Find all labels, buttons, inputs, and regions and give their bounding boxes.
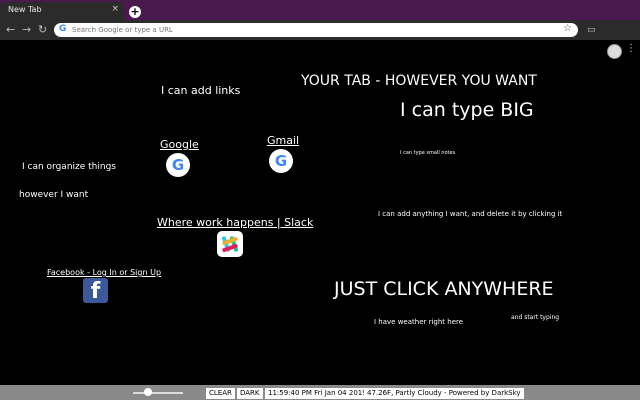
reload-icon[interactable]: ↻	[38, 23, 47, 36]
however-note[interactable]: however I want	[19, 190, 88, 200]
omnibox[interactable]: G ☆	[54, 23, 578, 37]
close-icon[interactable]: ×	[111, 4, 119, 14]
google-icon[interactable]: G	[166, 153, 190, 177]
brightness-slider-knob[interactable]	[144, 388, 152, 396]
tab-new-tab[interactable]: New Tab ×	[0, 2, 124, 20]
google-icon: G	[59, 24, 67, 34]
organize-note[interactable]: I can organize things	[22, 162, 116, 172]
profile-avatar-icon[interactable]	[607, 44, 622, 59]
tab-title: New Tab	[8, 5, 42, 14]
facebook-link[interactable]: Facebook - Log In or Sign Up	[47, 268, 161, 277]
weather-display: 47.26F, Partly Cloudy - Powered by DarkS…	[364, 388, 524, 399]
gmail-link[interactable]: Gmail	[267, 134, 299, 147]
menu-icon[interactable]: ⋮	[626, 43, 636, 54]
datetime-display: 11:59:40 PM Fri Jan 04 2019	[265, 388, 370, 399]
links-note[interactable]: I can add links	[161, 84, 240, 97]
slack-icon[interactable]	[217, 231, 243, 257]
new-tab-button[interactable]: +	[129, 6, 141, 18]
add-anything-note[interactable]: I can add anything I want, and delete it…	[378, 210, 562, 218]
weather-note[interactable]: I have weather right here	[374, 318, 463, 326]
small-note[interactable]: I can type small notes	[400, 150, 455, 156]
headline[interactable]: YOUR TAB - HOWEVER YOU WANT	[301, 73, 537, 89]
clear-button[interactable]: CLEAR	[206, 388, 235, 399]
omnibox-input[interactable]	[72, 24, 552, 36]
slack-link[interactable]: Where work happens | Slack	[157, 216, 313, 229]
dark-button[interactable]: DARK	[237, 388, 263, 399]
cast-icon[interactable]: ▭	[587, 25, 596, 35]
big-text-note[interactable]: I can type BIG	[400, 99, 534, 121]
tab-strip: New Tab × +	[0, 0, 640, 20]
facebook-icon[interactable]: f	[83, 278, 108, 303]
bookmark-star-icon[interactable]: ☆	[563, 23, 572, 34]
start-typing-note[interactable]: and start typing	[511, 314, 559, 321]
google-icon[interactable]: G	[269, 149, 293, 173]
forward-arrow-icon[interactable]: →	[22, 23, 31, 36]
browser-toolbar: ← → ↻ G ☆ ▭ ⋮	[0, 20, 640, 59]
brightness-slider[interactable]	[133, 392, 183, 394]
google-link[interactable]: Google	[160, 138, 199, 151]
click-anywhere-note[interactable]: JUST CLICK ANYWHERE	[334, 278, 554, 300]
back-arrow-icon[interactable]: ←	[6, 23, 15, 36]
